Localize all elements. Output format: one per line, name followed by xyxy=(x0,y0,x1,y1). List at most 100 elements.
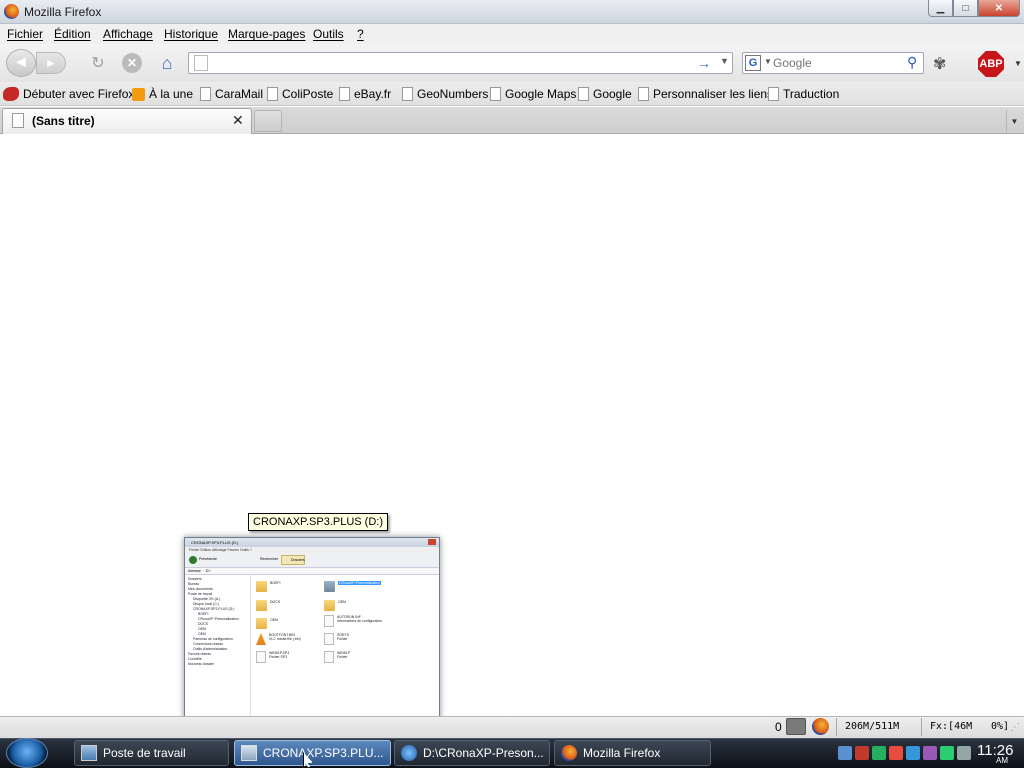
folder-icon xyxy=(324,600,335,611)
file-icon xyxy=(324,633,334,645)
bookmark-caramail[interactable]: CaraMail xyxy=(200,87,263,101)
tray-shield-icon[interactable] xyxy=(855,746,869,760)
bookmark-ebay[interactable]: eBay.fr xyxy=(339,87,391,101)
ie-icon xyxy=(401,745,417,761)
status-count: 0 xyxy=(775,720,782,734)
tray-update-icon[interactable] xyxy=(940,746,954,760)
menu-historique[interactable]: Historique xyxy=(164,27,218,41)
thumb-folders-button: Dossiers xyxy=(281,555,305,565)
start-button[interactable] xyxy=(6,738,48,768)
file-item: OEM xyxy=(324,600,346,611)
bookmark-google-maps[interactable]: Google Maps xyxy=(490,87,576,101)
tab-list-dropdown-icon[interactable]: ▼ xyxy=(1006,110,1022,132)
rss-feed-icon xyxy=(132,87,145,101)
file-icon xyxy=(324,651,334,663)
taskbar-item-poste-de-travail[interactable]: Poste de travail xyxy=(74,740,229,766)
status-fx-memory: Fx:[46M xyxy=(930,721,973,732)
status-divider xyxy=(836,718,837,736)
taskbar-item-mozilla-firefox[interactable]: Mozilla Firefox xyxy=(554,740,711,766)
minimize-button[interactable]: ▁ xyxy=(928,0,953,17)
window-thumbnail-preview[interactable]: CRONAXP.SP3.PLUS (D:) Fichier Edition Af… xyxy=(184,537,440,730)
tray-check-icon[interactable] xyxy=(872,746,886,760)
page-icon xyxy=(768,87,779,101)
menu-affichage[interactable]: Affichage xyxy=(103,27,153,41)
clock-ampm: AM xyxy=(996,756,1008,765)
tray-volume-icon[interactable] xyxy=(957,746,971,760)
tab-page-icon xyxy=(12,113,24,128)
search-input[interactable] xyxy=(773,53,903,73)
bookmark-a-la-une[interactable]: À la une xyxy=(132,87,193,101)
thumb-folder-tree: Dossiers Bureau Mes documents Poste de t… xyxy=(185,575,251,729)
thumb-title: CRONAXP.SP3.PLUS (D:) xyxy=(185,538,439,547)
tree-item: Nouveau dossier xyxy=(188,662,215,666)
folder-icon xyxy=(256,581,267,592)
home-icon[interactable]: ⌂ xyxy=(157,53,177,73)
status-firefox-icon[interactable] xyxy=(812,718,829,735)
close-button[interactable]: ✕ xyxy=(978,0,1020,17)
status-addon-icon[interactable] xyxy=(786,718,806,735)
page-favicon-icon xyxy=(194,55,208,71)
adblock-icon[interactable]: ABP xyxy=(978,51,1004,77)
new-tab-button[interactable] xyxy=(254,110,282,132)
bookmark-google[interactable]: Google xyxy=(578,87,632,101)
menu-outils[interactable]: Outils xyxy=(313,27,344,41)
page-icon xyxy=(638,87,649,101)
taskbar-item-explorer-folder[interactable]: D:\CRonaXP-Preson... xyxy=(394,740,550,766)
url-bar[interactable] xyxy=(188,52,733,74)
firefox-icon xyxy=(561,745,577,761)
search-magnifier-icon[interactable]: ⚲ xyxy=(907,54,917,71)
status-cpu-percent: 0%] xyxy=(991,721,1010,732)
folder-icon xyxy=(324,581,335,592)
bookmark-debuter[interactable]: Débuter avec Firefox xyxy=(3,87,134,101)
title-bar xyxy=(0,0,1024,24)
system-tray xyxy=(838,740,974,766)
tab-close-icon[interactable]: ✕ xyxy=(232,112,244,129)
menu-marque-pages[interactable]: Marque-pages xyxy=(228,27,305,41)
engine-dropdown-icon[interactable]: ▼ xyxy=(764,57,772,66)
menu-help[interactable]: ? xyxy=(357,27,364,41)
taskbar-item-cronaxp[interactable]: CRONAXP.SP3.PLU... xyxy=(234,740,391,766)
firefox-bookmark-icon xyxy=(3,87,19,101)
page-icon xyxy=(339,87,350,101)
resize-grip-icon[interactable]: ⋰ xyxy=(1010,722,1020,733)
adblock-dropdown-icon[interactable]: ▼ xyxy=(1014,59,1022,68)
tray-settings-icon[interactable] xyxy=(923,746,937,760)
firefox-logo-icon[interactable] xyxy=(4,4,19,19)
bookmark-geonumbers[interactable]: GeoNumbers xyxy=(402,87,488,101)
menu-bar xyxy=(0,24,1024,44)
vlc-icon xyxy=(256,633,266,645)
tray-network-icon[interactable] xyxy=(906,746,920,760)
google-engine-icon[interactable]: G xyxy=(745,55,761,71)
maximize-button[interactable]: □ xyxy=(953,0,978,17)
status-memory: 206M/511M xyxy=(845,721,900,732)
file-item: WIN51P.SP3 Fichier SP3 xyxy=(256,651,289,663)
tray-arrow-icon[interactable] xyxy=(889,746,903,760)
menu-edition[interactable]: Édition xyxy=(54,27,91,41)
page-icon xyxy=(490,87,501,101)
taskbar-tooltip: CRONAXP.SP3.PLUS (D:) xyxy=(248,513,389,531)
page-icon xyxy=(402,87,413,101)
menu-fichier[interactable]: Fichier xyxy=(7,27,43,41)
paw-extension-icon[interactable]: ✾ xyxy=(933,54,946,74)
go-arrow-icon[interactable]: → xyxy=(697,55,711,71)
thumb-close-icon xyxy=(428,539,436,545)
computer-icon xyxy=(81,745,97,761)
page-content[interactable] xyxy=(0,135,1024,716)
back-button[interactable]: ◄ xyxy=(6,49,36,77)
tray-app-icon[interactable] xyxy=(838,746,852,760)
stop-icon[interactable]: ✕ xyxy=(122,53,142,73)
file-item: BOOTFONT.BIN VLC media file (.bin) xyxy=(256,633,301,645)
page-icon xyxy=(267,87,278,101)
reload-icon[interactable]: ↻ xyxy=(88,53,108,73)
forward-button[interactable]: ► xyxy=(36,52,66,74)
thumb-address-value: D:\ xyxy=(205,569,211,573)
bookmark-traduction[interactable]: Traduction xyxy=(768,87,839,101)
file-item: AUTORUN.INF Informations de configuration xyxy=(324,615,382,627)
file-item: CRonaXP-Presonalisation xyxy=(324,581,381,592)
drive-icon xyxy=(241,745,257,761)
url-history-dropdown-icon[interactable]: ▼ xyxy=(720,56,729,66)
bookmark-coliposte[interactable]: ColiPoste xyxy=(267,87,333,101)
file-icon xyxy=(256,651,266,663)
bookmark-personnaliser[interactable]: Personnaliser les liens xyxy=(638,87,773,101)
status-divider xyxy=(921,718,922,736)
